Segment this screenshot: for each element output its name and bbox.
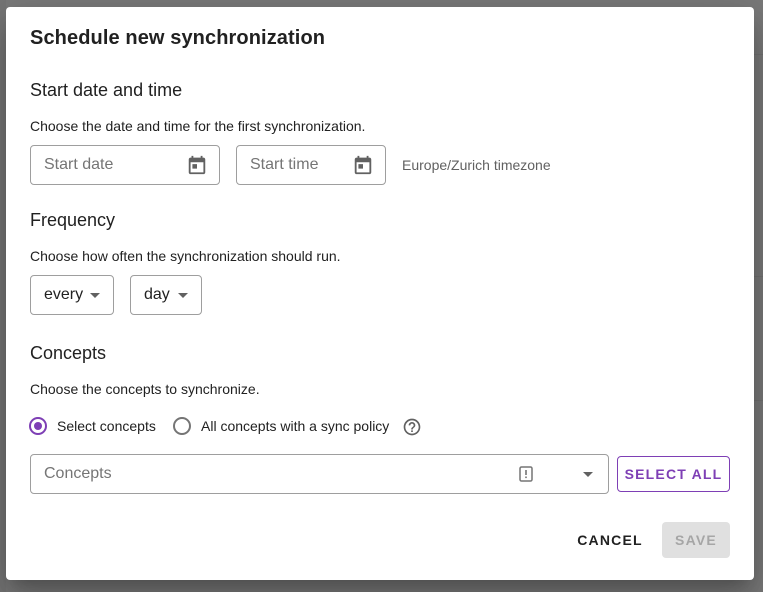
timezone-note: Europe/Zurich timezone xyxy=(402,157,551,173)
start-section-heading: Start date and time xyxy=(30,80,183,100)
select-concepts-radio[interactable] xyxy=(29,417,47,435)
concepts-section-heading: Concepts xyxy=(30,343,107,363)
cancel-button[interactable]: CANCEL xyxy=(572,522,648,558)
concepts-picker-placeholder: Concepts xyxy=(44,465,112,482)
frequency-interval-value: every xyxy=(44,286,84,303)
concepts-section-description: Choose the concepts to synchronize. xyxy=(30,381,260,397)
chevron-down-icon xyxy=(90,293,100,298)
select-concepts-label[interactable]: Select concepts xyxy=(57,418,156,434)
save-button[interactable]: SAVE xyxy=(662,522,730,558)
concepts-picker[interactable]: Concepts xyxy=(30,454,609,494)
start-date-field[interactable]: Start date xyxy=(30,145,220,185)
chevron-down-icon[interactable] xyxy=(583,472,593,477)
chevron-down-icon xyxy=(178,293,188,298)
frequency-interval-select[interactable]: every xyxy=(30,275,114,315)
schedule-sync-dialog: Schedule new synchronization Start date … xyxy=(6,7,754,580)
frequency-section-heading: Frequency xyxy=(30,210,116,230)
dialog-title: Schedule new synchronization xyxy=(30,27,326,49)
frequency-unit-value: day xyxy=(144,286,170,303)
clipboard-alert-icon xyxy=(519,466,533,482)
start-time-placeholder: Start time xyxy=(250,156,319,173)
start-date-placeholder: Start date xyxy=(44,156,114,173)
calendar-icon[interactable] xyxy=(186,154,208,176)
help-circle-icon[interactable] xyxy=(402,417,422,437)
frequency-unit-select[interactable]: day xyxy=(130,275,202,315)
select-all-button[interactable]: SELECT ALL xyxy=(617,456,730,492)
start-time-field[interactable]: Start time xyxy=(236,145,386,185)
all-concepts-label[interactable]: All concepts with a sync policy xyxy=(201,418,389,434)
frequency-section-description: Choose how often the synchronization sho… xyxy=(30,248,341,264)
all-concepts-radio[interactable] xyxy=(173,417,191,435)
calendar-icon[interactable] xyxy=(352,154,374,176)
start-section-description: Choose the date and time for the first s… xyxy=(30,118,366,134)
